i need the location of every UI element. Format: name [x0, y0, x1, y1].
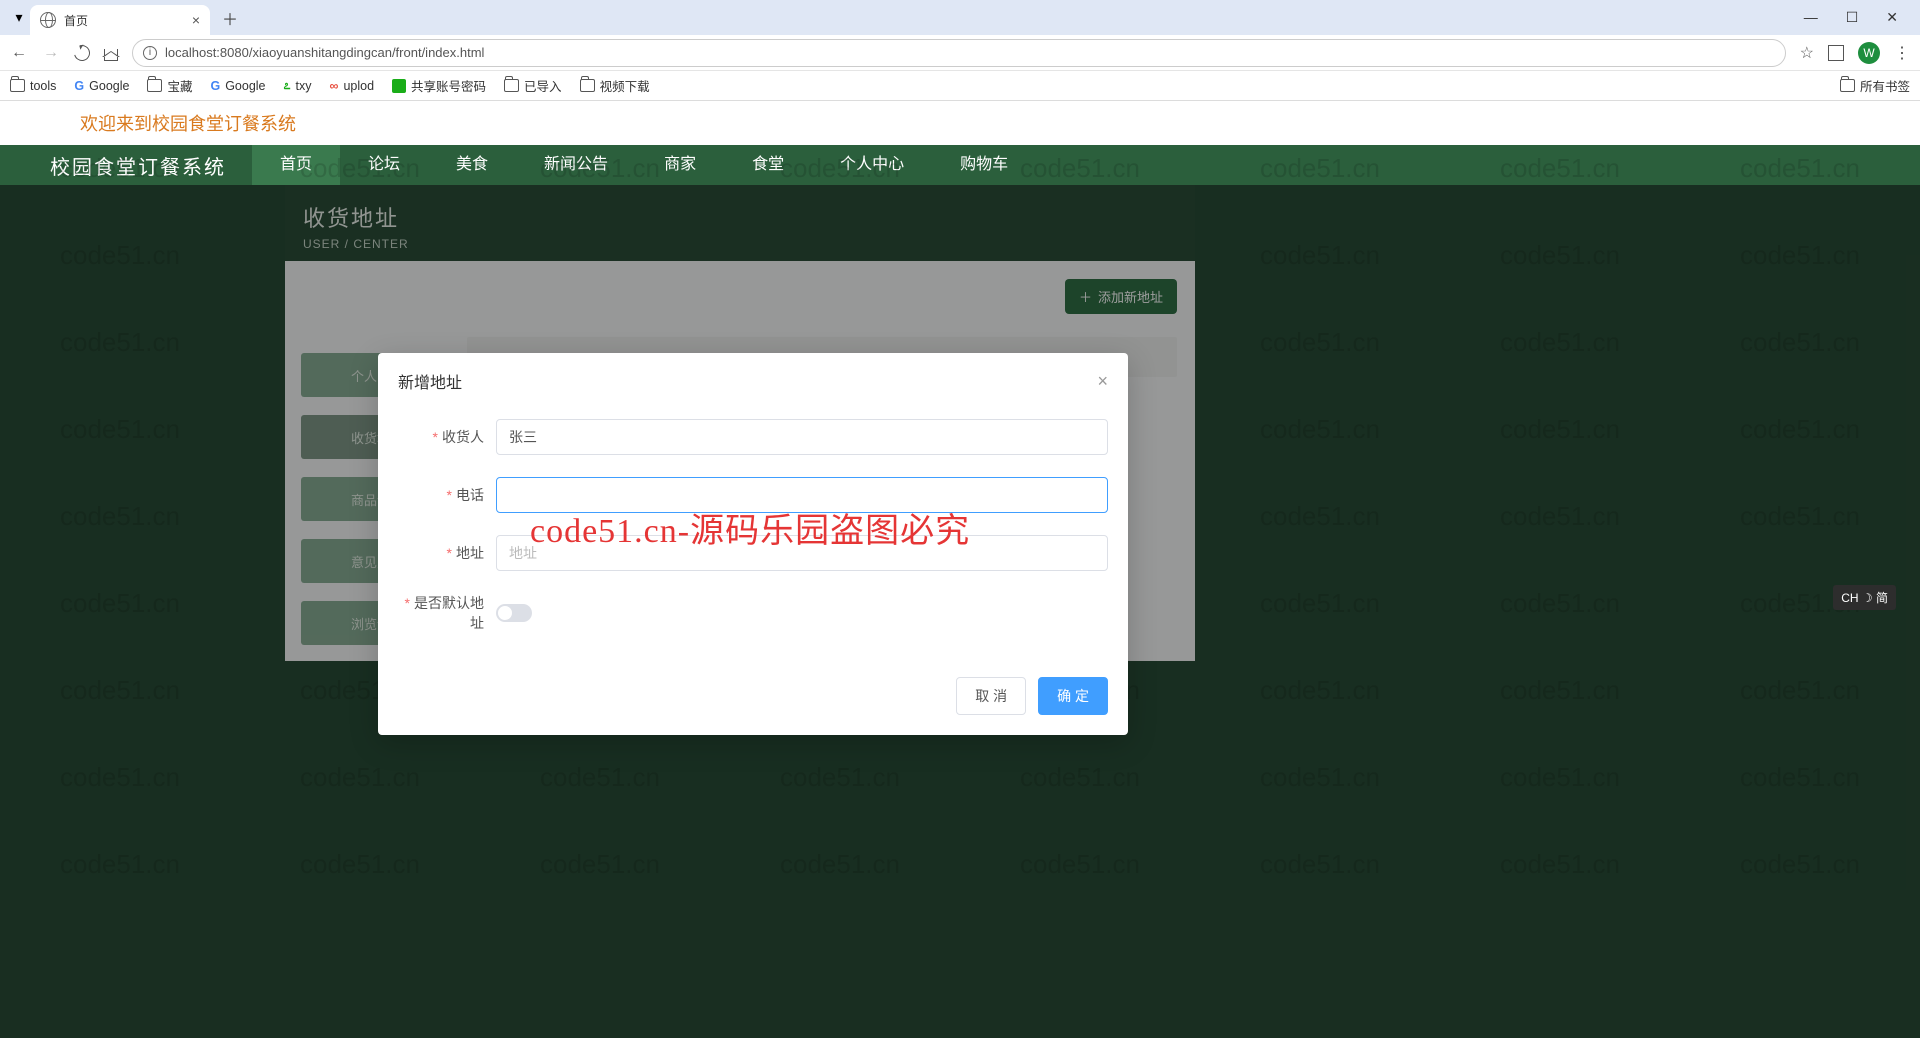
google-icon: G [210, 79, 220, 93]
phone-label: *电话 [398, 485, 496, 505]
folder-icon [10, 79, 25, 92]
google-icon: G [74, 79, 84, 93]
url-text: localhost:8080/xiaoyuanshitangdingcan/fr… [165, 45, 484, 60]
globe-icon [40, 12, 56, 28]
default-label: *是否默认地址 [398, 593, 496, 633]
bookmark-item[interactable]: 已导入 [504, 76, 562, 95]
cancel-button[interactable]: 取 消 [956, 677, 1026, 715]
reload-icon[interactable] [71, 42, 93, 64]
close-icon[interactable]: × [1097, 371, 1108, 392]
name-label: *收货人 [398, 427, 496, 447]
phone-input[interactable] [496, 477, 1108, 513]
folder-icon [580, 79, 595, 92]
folder-icon [147, 79, 162, 92]
folder-icon [1840, 79, 1855, 92]
add-address-modal: 新增地址 × *收货人 *电话 *地址 *是否默认地址 [378, 353, 1128, 735]
nav-forward-icon: → [42, 44, 60, 62]
ime-indicator: CH ☽ 简 [1833, 585, 1896, 610]
browser-tabstrip: ▾ 首页 × ＋ — ☐ ✕ [0, 0, 1920, 35]
welcome-bar: 欢迎来到校园食堂订餐系统 [0, 101, 1920, 145]
site-logo[interactable]: 校园食堂订餐系统 [0, 151, 252, 180]
window-controls: — ☐ ✕ [1804, 9, 1912, 26]
modal-footer: 取 消 确 定 [378, 665, 1128, 735]
main-nav: 校园食堂订餐系统 首页 论坛 美食 新闻公告 商家 食堂 个人中心 购物车 [0, 145, 1920, 185]
browser-menu-icon[interactable]: ⋮ [1894, 43, 1910, 63]
form-row-phone: *电话 [398, 477, 1108, 513]
bookmark-item[interactable]: ೭txy [284, 78, 312, 93]
nav-merchant[interactable]: 商家 [636, 145, 724, 185]
bookmark-item[interactable]: tools [10, 79, 56, 93]
bookmark-star-icon[interactable]: ☆ [1800, 43, 1814, 63]
nav-back-icon[interactable]: ← [10, 44, 28, 62]
nav-forum[interactable]: 论坛 [340, 145, 428, 185]
page: 欢迎来到校园食堂订餐系统 校园食堂订餐系统 首页 论坛 美食 新闻公告 商家 食… [0, 101, 1920, 1038]
modal-body: *收货人 *电话 *地址 *是否默认地址 [378, 409, 1128, 665]
folder-icon [504, 79, 519, 92]
welcome-text: 欢迎来到校园食堂订餐系统 [80, 110, 296, 136]
upload-icon: ∞ [330, 79, 339, 93]
nav-canteen[interactable]: 食堂 [724, 145, 812, 185]
default-switch[interactable] [496, 604, 532, 622]
site-icon [392, 79, 406, 93]
bookmark-item[interactable]: ∞uplod [330, 79, 375, 93]
bookmarks-bar: tools GGoogle 宝藏 GGoogle ೭txy ∞uplod 共享账… [0, 71, 1920, 101]
all-bookmarks[interactable]: 所有书签 [1840, 76, 1910, 95]
window-minimize-button[interactable]: — [1804, 9, 1818, 26]
nav-food[interactable]: 美食 [428, 145, 516, 185]
nav-home[interactable]: 首页 [252, 145, 340, 185]
nav-center[interactable]: 个人中心 [812, 145, 932, 185]
nav-news[interactable]: 新闻公告 [516, 145, 636, 185]
browser-tab[interactable]: 首页 × [30, 5, 210, 35]
form-row-name: *收货人 [398, 419, 1108, 455]
modal-title: 新增地址 [398, 369, 462, 393]
modal-header: 新增地址 × [378, 353, 1128, 409]
bookmark-item[interactable]: GGoogle [74, 79, 129, 93]
bookmark-item[interactable]: GGoogle [210, 79, 265, 93]
address-bar[interactable]: i localhost:8080/xiaoyuanshitangdingcan/… [132, 39, 1786, 67]
site-info-icon[interactable]: i [143, 46, 157, 60]
name-input[interactable] [496, 419, 1108, 455]
tab-title: 首页 [64, 12, 184, 29]
bookmark-item[interactable]: 宝藏 [147, 76, 192, 95]
window-maximize-button[interactable]: ☐ [1846, 9, 1859, 26]
profile-avatar[interactable]: W [1858, 42, 1880, 64]
extensions-icon[interactable] [1828, 45, 1844, 61]
txy-icon: ೭ [284, 78, 291, 93]
tab-dropdown-icon[interactable]: ▾ [8, 7, 30, 29]
home-icon[interactable] [104, 49, 118, 61]
address-input[interactable] [496, 535, 1108, 571]
bookmark-item[interactable]: 共享账号密码 [392, 76, 486, 95]
content-area: document.write(Array.from({length:9}).ma… [0, 185, 1920, 1038]
form-row-address: *地址 [398, 535, 1108, 571]
address-label: *地址 [398, 543, 496, 563]
nav-cart[interactable]: 购物车 [932, 145, 1036, 185]
form-row-default: *是否默认地址 [398, 593, 1108, 633]
confirm-button[interactable]: 确 定 [1038, 677, 1108, 715]
tab-close-icon[interactable]: × [192, 12, 200, 28]
new-tab-button[interactable]: ＋ [222, 6, 238, 30]
browser-toolbar: ← → i localhost:8080/xiaoyuanshitangding… [0, 35, 1920, 71]
window-close-button[interactable]: ✕ [1886, 9, 1898, 26]
bookmark-item[interactable]: 视频下载 [580, 76, 650, 95]
